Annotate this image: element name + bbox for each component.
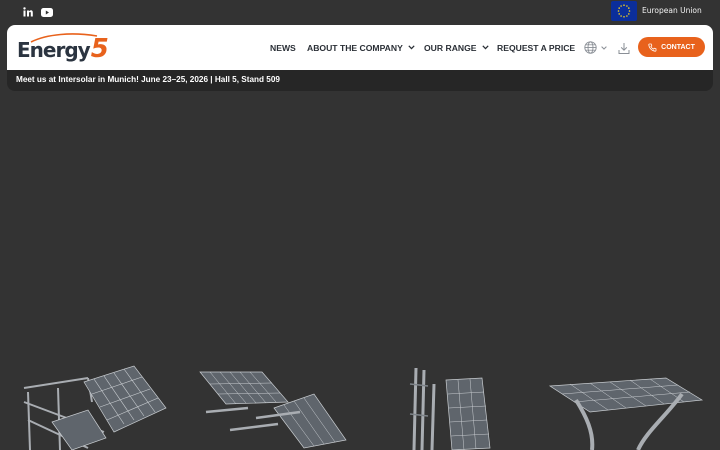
nav-our-range-label: OUR RANGE (424, 42, 477, 53)
globe-icon (584, 41, 597, 54)
phone-icon (648, 43, 657, 52)
logo-swoosh-icon (30, 33, 98, 43)
flat-roof-system-image[interactable] (196, 368, 350, 450)
announcement-link[interactable]: Meet us at Intersolar in Munich! June 23… (16, 75, 280, 84)
youtube-icon[interactable] (41, 6, 53, 18)
download-button[interactable] (618, 40, 630, 59)
contact-label: CONTACT (661, 43, 695, 51)
energy5-logo[interactable]: Energy 5 (17, 32, 109, 62)
nav-request-price-label: REQUEST A PRICE (497, 42, 576, 53)
chevron-down-icon (481, 45, 489, 50)
language-selector[interactable] (584, 41, 607, 54)
nav-request-price[interactable]: REQUEST A PRICE (497, 25, 575, 70)
ground-mount-system-image[interactable] (18, 362, 170, 450)
contact-button[interactable]: CONTACT (638, 37, 705, 57)
nav-news[interactable]: NEWS (270, 25, 296, 70)
nav-about-company-label: ABOUT THE COMPANY (307, 42, 403, 53)
region-selector[interactable]: European Union (611, 0, 702, 21)
announcement-bar: Meet us at Intersolar in Munich! June 23… (7, 70, 713, 91)
chevron-down-icon (408, 45, 415, 50)
eu-flag-icon (611, 0, 637, 21)
carport-system-image[interactable] (546, 376, 706, 450)
linkedin-icon[interactable] (22, 6, 34, 18)
top-bar: European Union (0, 0, 720, 24)
nav-about-company[interactable]: ABOUT THE COMPANY (307, 25, 415, 70)
region-label: European Union (642, 6, 702, 15)
nav-our-range[interactable]: OUR RANGE (424, 25, 489, 70)
download-icon (618, 43, 630, 54)
vertical-fence-system-image[interactable] (404, 364, 496, 450)
main-header: Energy 5 NEWS ABOUT THE COMPANY OUR RANG… (7, 25, 713, 70)
chevron-down-icon (601, 45, 607, 50)
nav-news-label: NEWS (270, 42, 296, 53)
